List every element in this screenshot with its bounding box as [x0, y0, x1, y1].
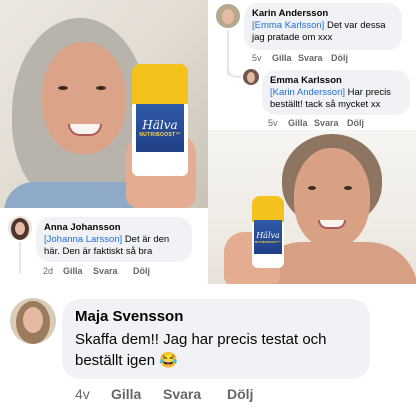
comment-author[interactable]: Emma Karlsson	[270, 75, 402, 86]
thread-line	[19, 242, 21, 274]
comment-time[interactable]: 4v	[75, 386, 111, 402]
avatar-face	[15, 222, 25, 235]
product-stick: Hälva NUTRIBOOST™	[252, 196, 284, 268]
avatar[interactable]	[10, 298, 56, 344]
product-label: Hälva NUTRIBOOST™	[254, 220, 282, 254]
hide-button[interactable]: Dölj	[347, 118, 364, 128]
eye	[96, 86, 106, 90]
comment-bubble: Maja Svensson Skaffa dem!! Jag har preci…	[62, 299, 370, 379]
comment-author[interactable]: Anna Johansson	[44, 222, 184, 233]
hide-button[interactable]: Dölj	[227, 386, 253, 402]
comment-actions: 2d Gilla Svara Dölj	[43, 266, 150, 276]
face	[294, 148, 370, 248]
reply-button[interactable]: Svara	[163, 386, 227, 402]
comment-mention[interactable]: [Johanna Larsson]	[44, 234, 122, 245]
comment-author[interactable]: Maja Svensson	[75, 308, 357, 325]
photo-woman-holding-stick: Hälva NUTRIBOOST™	[0, 0, 208, 208]
hide-button[interactable]: Dölj	[133, 266, 150, 276]
product-brand: Hälva	[142, 118, 178, 132]
comment-actions: 4v Gilla Svara Dölj	[75, 386, 253, 402]
like-button[interactable]: Gilla	[272, 53, 298, 63]
comment-author[interactable]: Karin Andersson	[252, 8, 394, 19]
comment-bubble: Emma Karlsson [Karin Andersson] Har prec…	[262, 70, 410, 115]
avatar-face	[247, 72, 255, 83]
reply-button[interactable]: Svara	[93, 266, 133, 276]
like-button[interactable]: Gilla	[63, 266, 93, 276]
hide-button[interactable]: Dölj	[331, 53, 348, 63]
photo-woman-with-stick: Hälva NUTRIBOOST™	[208, 130, 416, 284]
comment-mention[interactable]: [Karin Andersson]	[270, 87, 345, 98]
comment-actions: 5v Gilla Svara Dölj	[252, 53, 348, 63]
face	[42, 42, 126, 154]
reply-button[interactable]: Svara	[298, 53, 331, 63]
comment-text: [Emma Karlsson] Det var dessa jag pratad…	[252, 20, 394, 44]
avatar-face	[222, 9, 234, 24]
comment-bubble: Anna Johansson [Johanna Larsson] Det är …	[36, 217, 192, 262]
comment-mention[interactable]: [Emma Karlsson]	[252, 20, 324, 31]
comment-time[interactable]: 5v	[252, 53, 272, 63]
product-label: Hälva NUTRIBOOST™	[136, 104, 184, 152]
avatar[interactable]	[8, 216, 32, 240]
stick-cap	[132, 64, 188, 106]
like-button[interactable]: Gilla	[111, 386, 163, 402]
product-brand: Hälva	[256, 230, 280, 240]
avatar-face	[23, 307, 43, 333]
comment-actions: 5v Gilla Svara Dölj	[268, 118, 364, 128]
comment-bubble: Karin Andersson [Emma Karlsson] Det var …	[244, 3, 402, 50]
product-sublabel: NUTRIBOOST™	[254, 239, 282, 244]
like-button[interactable]: Gilla	[288, 118, 314, 128]
eye	[58, 86, 68, 90]
comment-text: [Johanna Larsson] Det är den här. Den är…	[44, 234, 184, 258]
comment-text: [Karin Andersson] Har precis beställt! t…	[270, 87, 402, 111]
thread-connector	[227, 60, 241, 78]
comment-time[interactable]: 5v	[268, 118, 288, 128]
reply-button[interactable]: Svara	[314, 118, 347, 128]
comment-time[interactable]: 2d	[43, 266, 63, 276]
comment-text: Skaffa dem!! Jag har precis testat och b…	[75, 331, 327, 369]
product-stick: Hälva NUTRIBOOST™	[132, 64, 188, 176]
eye	[344, 186, 352, 190]
eye	[308, 186, 316, 190]
avatar[interactable]	[243, 69, 259, 85]
product-sublabel: NUTRIBOOST™	[139, 132, 181, 138]
avatar[interactable]	[216, 4, 240, 28]
